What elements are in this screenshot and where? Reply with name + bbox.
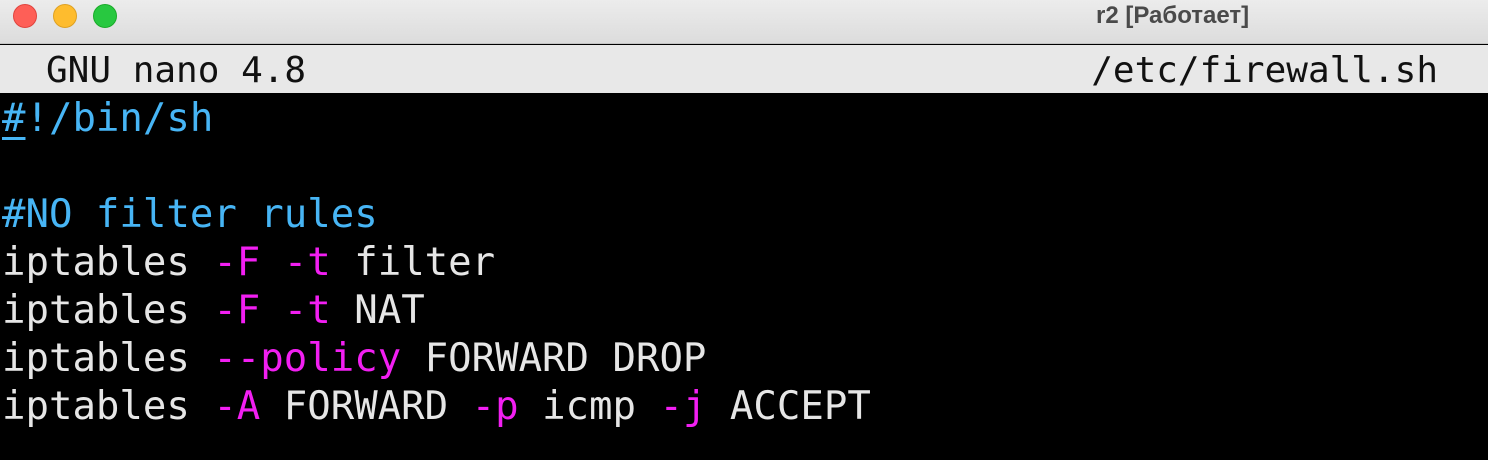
title-bar[interactable]: r2 [Работает] — [0, 0, 1488, 44]
close-window-button[interactable] — [13, 4, 37, 28]
code-token-plain: iptables — [2, 336, 214, 381]
maximize-window-button[interactable] — [93, 4, 117, 28]
code-token-comment: !/bin/sh — [25, 96, 214, 141]
code-token-flag: -j — [659, 384, 707, 429]
editor-line[interactable]: #!/bin/sh — [0, 95, 1488, 143]
nano-filename-label: /etc/firewall.sh — [1091, 50, 1438, 91]
nano-version-label: GNU nano 4.8 — [46, 50, 307, 91]
terminal-window: r2 [Работает] GNU nano 4.8 /etc/firewall… — [0, 0, 1488, 460]
editor-line[interactable] — [0, 143, 1488, 191]
code-token-comment: #NO filter rules — [2, 192, 378, 237]
code-token-flag: -p — [471, 384, 519, 429]
code-token-plain: ACCEPT — [706, 384, 871, 429]
code-token-plain: iptables — [2, 240, 214, 285]
editor-line[interactable]: iptables --policy FORWARD DROP — [0, 335, 1488, 383]
editor-line[interactable]: iptables -F -t NAT — [0, 287, 1488, 335]
code-token-plain: iptables — [2, 288, 214, 333]
editor-text-area[interactable]: #!/bin/sh #NO filter rules iptables -F -t… — [0, 95, 1488, 460]
editor-line[interactable]: #NO filter rules — [0, 191, 1488, 239]
code-token-flag: --policy — [213, 336, 402, 381]
nano-title-bar: GNU nano 4.8 /etc/firewall.sh — [0, 45, 1488, 93]
minimize-window-button[interactable] — [53, 4, 77, 28]
text-cursor: # — [2, 96, 26, 141]
window-title: r2 [Работает] — [1096, 2, 1250, 29]
code-token-flag: -F — [213, 240, 261, 285]
code-token-flag: -t — [283, 240, 331, 285]
code-token-flag: -A — [213, 384, 261, 429]
editor-line[interactable]: iptables -A FORWARD -p icmp -j ACCEPT — [0, 383, 1488, 431]
code-token-flag: -F — [213, 288, 261, 333]
code-token-plain: FORWARD — [260, 384, 472, 429]
code-token-flag: -t — [283, 288, 331, 333]
code-token-plain: FORWARD DROP — [401, 336, 707, 381]
code-token-plain: icmp — [518, 384, 660, 429]
code-token-plain: NAT — [330, 288, 425, 333]
code-token-plain: iptables — [2, 384, 214, 429]
editor-line[interactable]: iptables -F -t filter — [0, 239, 1488, 287]
code-token-plain: filter — [330, 240, 496, 285]
